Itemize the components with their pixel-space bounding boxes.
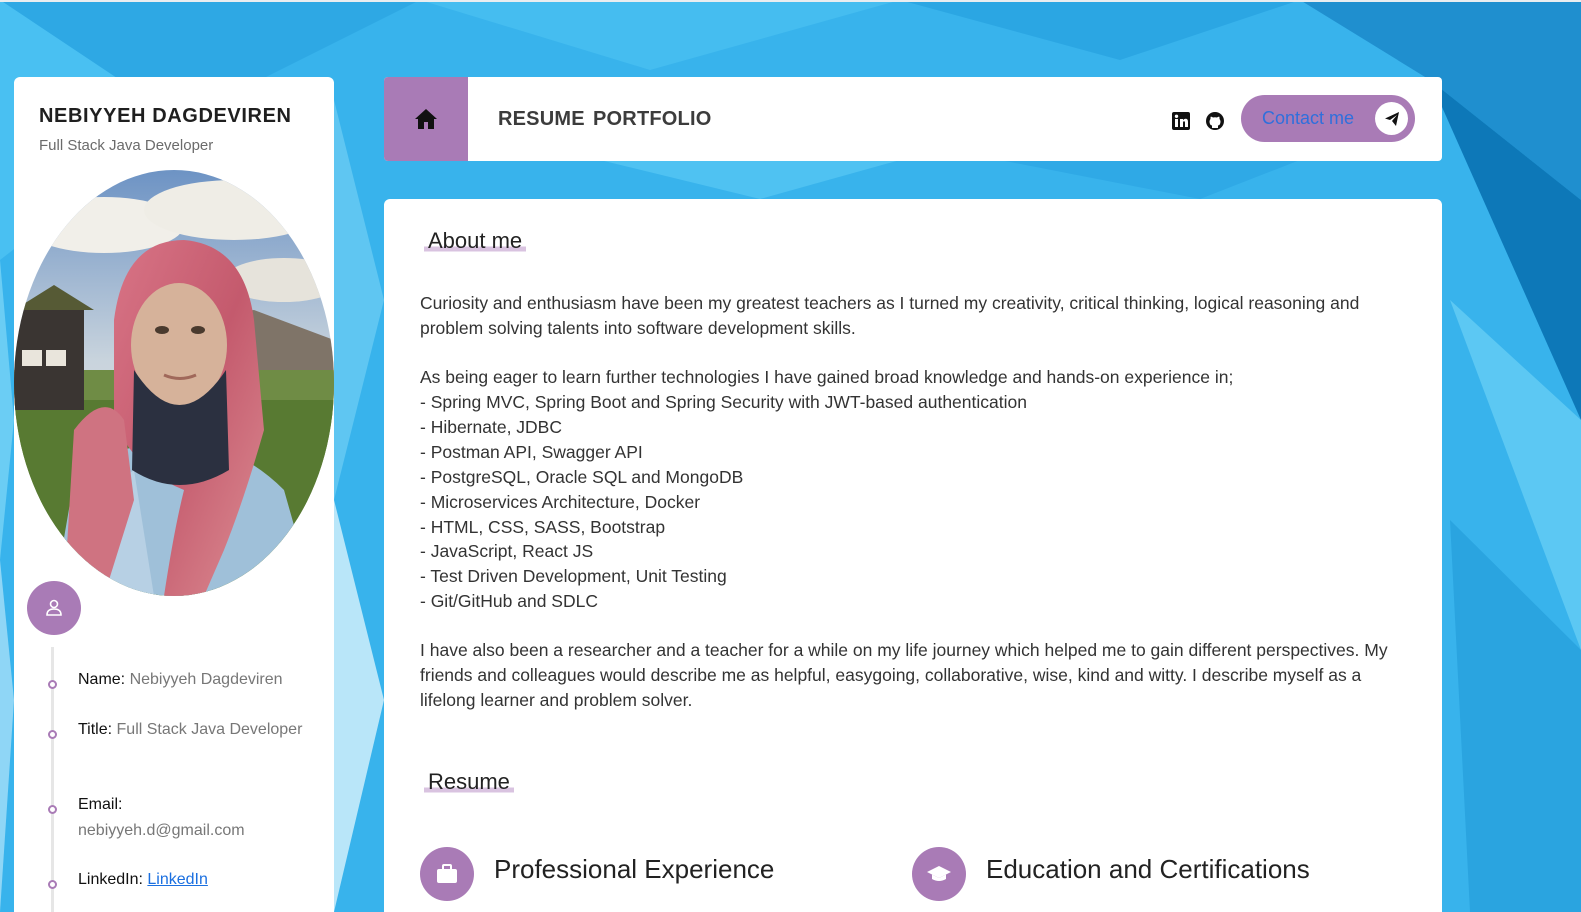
nav-portfolio[interactable]: PORTFOLIO (593, 108, 711, 131)
education-title: Education and Certifications (986, 854, 1310, 884)
profile-photo (14, 170, 334, 596)
profile-name: NEBIYYEH DAGDEVIREN (39, 105, 292, 127)
top-navbar: RESUME PORTFOLIO Contact me (384, 77, 1442, 161)
about-title: About me (424, 228, 527, 254)
contact-button-label: Contact me (1262, 108, 1355, 128)
skill-item: - Postman API, Swagger API (420, 441, 643, 462)
skill-item: - JavaScript, React JS (420, 541, 594, 562)
top-border (0, 0, 1581, 2)
person-icon (46, 599, 62, 616)
info-name-label: Name: (78, 671, 126, 688)
about-intro: Curiosity and enthusiasm have been my gr… (420, 293, 1360, 338)
linkedin-link[interactable]: LinkedIn (147, 871, 208, 888)
briefcase-icon (420, 847, 474, 901)
skill-item: - Spring MVC, Spring Boot and Spring Sec… (420, 392, 1027, 412)
home-button[interactable] (384, 77, 468, 161)
profile-role: Full Stack Java Developer (39, 137, 214, 154)
info-linkedin-label: LinkedIn: (78, 871, 143, 888)
info-title: Title: Full Stack Java Developer (78, 717, 318, 743)
info-name: Name: Nebiyyeh Dagdeviren (78, 667, 318, 693)
skill-item: - PostgreSQL, Oracle SQL and MongoDB (420, 466, 744, 487)
github-icon[interactable] (1205, 111, 1225, 131)
skill-item: - Microservices Architecture, Docker (420, 491, 701, 512)
info-linkedin: LinkedIn: LinkedIn (78, 867, 318, 893)
info-email: Email: nebiyyeh.d@gmail.com (78, 792, 318, 844)
timeline-dot (48, 805, 57, 814)
info-title-label: Title: (78, 721, 113, 738)
nav-resume[interactable]: RESUME (498, 108, 585, 131)
profile-sidebar: NEBIYYEH DAGDEVIREN Full Stack Java Deve… (14, 77, 334, 912)
home-icon (415, 109, 437, 129)
experience-title: Professional Experience (494, 854, 775, 884)
about-section-icon[interactable] (27, 581, 81, 635)
send-icon (1375, 102, 1408, 135)
skills-intro: As being eager to learn further technolo… (420, 367, 1234, 387)
timeline-dot (48, 880, 57, 889)
main-content: About me Curiosity and enthusiasm have b… (384, 199, 1442, 912)
skill-item: - HTML, CSS, SASS, Bootstrap (420, 516, 666, 537)
info-email-label: Email: (78, 796, 123, 813)
contact-button[interactable]: Contact me (1241, 95, 1415, 142)
about-outro: I have also been a researcher and a teac… (420, 640, 1388, 710)
graduation-cap-icon (912, 847, 966, 901)
linkedin-icon[interactable] (1171, 111, 1191, 131)
info-name-value: Nebiyyeh Dagdeviren (129, 671, 283, 688)
timeline-dot (48, 680, 57, 689)
resume-title: Resume (424, 769, 514, 795)
info-email-value: nebiyyeh.d@gmail.com (78, 822, 245, 839)
timeline-dot (48, 730, 57, 739)
skill-item: - Test Driven Development, Unit Testing (420, 566, 727, 587)
skills-list: - Spring MVC, Spring Boot and Spring Sec… (420, 390, 1027, 614)
info-title-value: Full Stack Java Developer (116, 721, 303, 738)
skill-item: - Git/GitHub and SDLC (420, 591, 598, 612)
skill-item: - Hibernate, JDBC (420, 416, 562, 437)
